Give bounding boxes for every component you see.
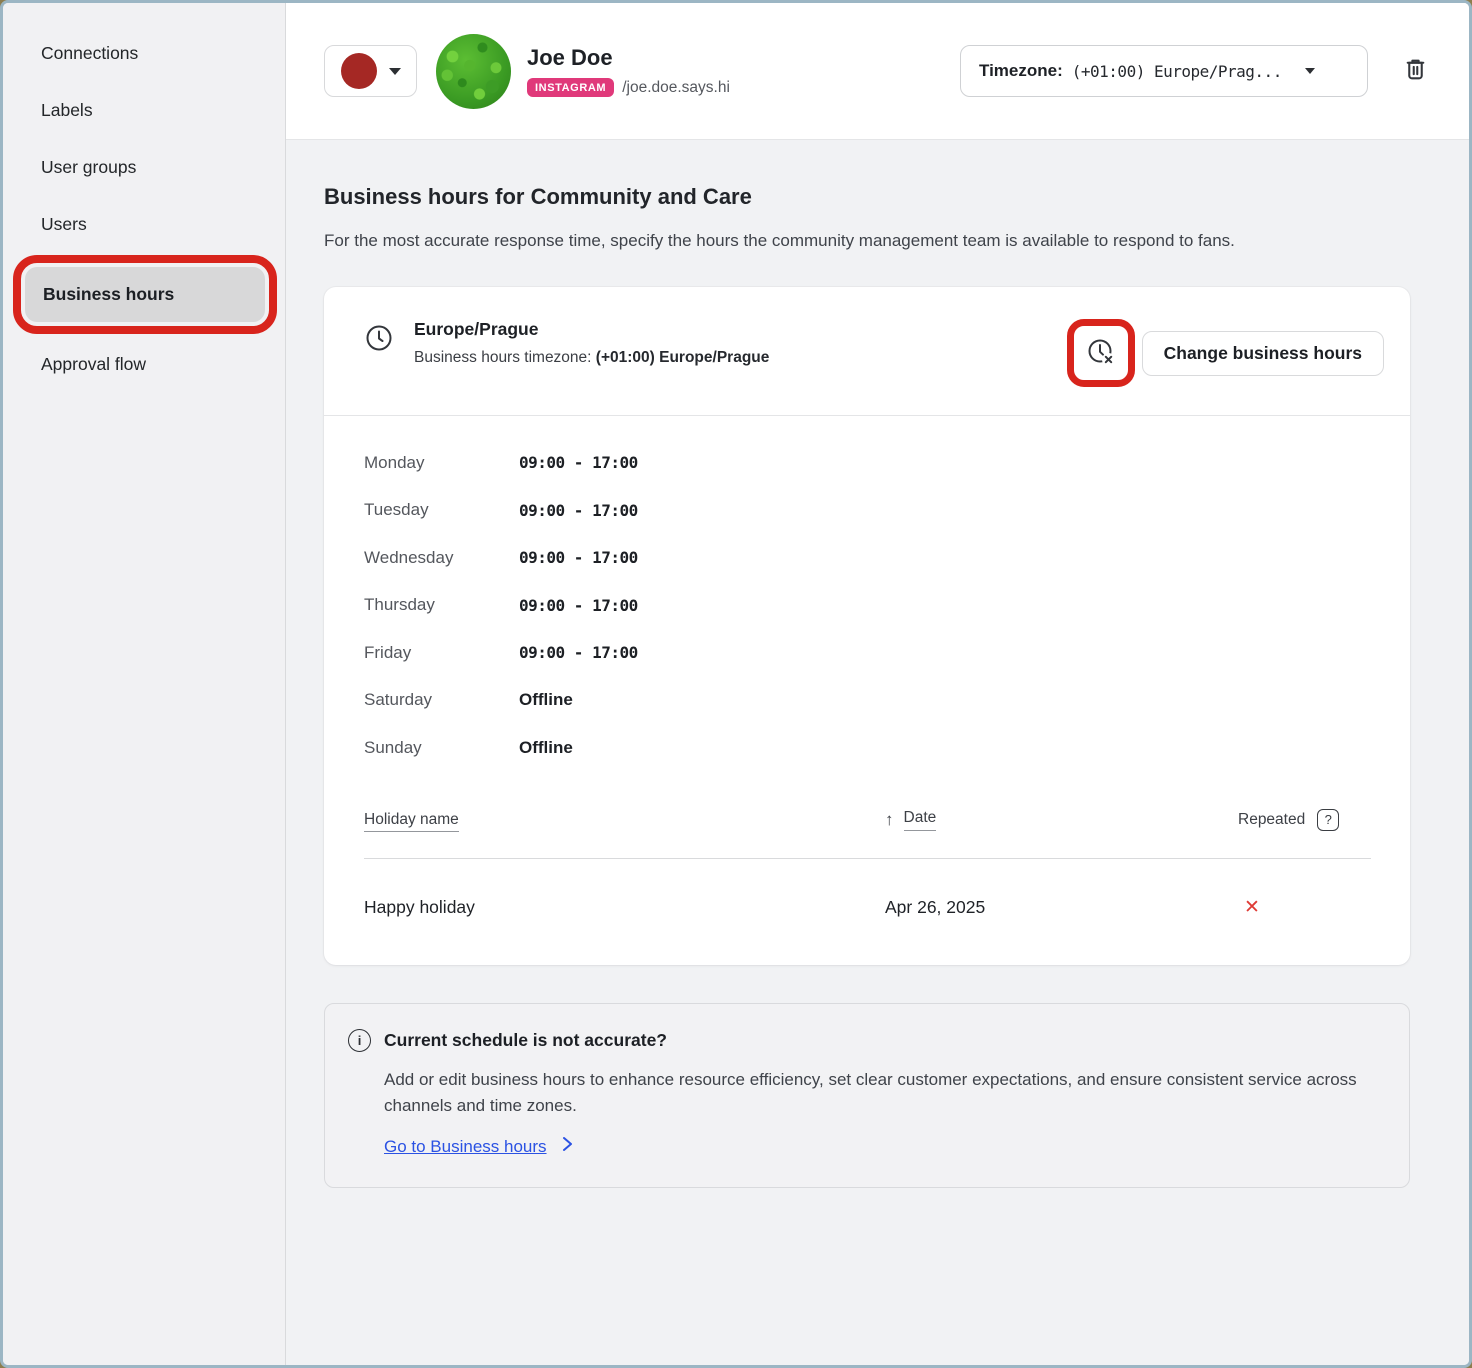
profile-identity: Joe Doe INSTAGRAM /joe.doe.says.hi — [527, 45, 730, 97]
timezone-dropdown[interactable]: Timezone: (+01:00) Europe/Prag... — [960, 45, 1368, 97]
delete-connection-button[interactable] — [1402, 56, 1429, 86]
clock-x-icon — [1085, 336, 1117, 371]
channel-picker-dropdown[interactable] — [324, 45, 417, 97]
schedule-hours-value: Offline — [519, 738, 573, 758]
profile-handle: /joe.doe.says.hi — [622, 79, 730, 97]
timezone-dropdown-value: (+01:00) Europe/Prag... — [1072, 62, 1282, 81]
settings-window: Connections Labels User groups Users Bus… — [0, 0, 1472, 1368]
sidebar-item-user-groups[interactable]: User groups — [3, 139, 285, 196]
schedule-day-label: Thursday — [364, 595, 519, 615]
instagram-badge: INSTAGRAM — [527, 78, 614, 97]
holiday-name-column-header[interactable]: Holiday name — [364, 811, 459, 832]
schedule-hours-value: 09:00 - 17:00 — [519, 501, 638, 520]
weekly-schedule: Monday 09:00 - 17:00 Tuesday 09:00 - 17:… — [324, 416, 1410, 772]
go-to-business-hours-link[interactable]: Go to Business hours — [384, 1137, 547, 1157]
date-column-header[interactable]: Date — [904, 809, 937, 831]
schedule-hours-value: Offline — [519, 690, 573, 710]
schedule-day-label: Saturday — [364, 690, 519, 710]
schedule-hours-value: 09:00 - 17:00 — [519, 548, 638, 567]
page-title: Business hours for Community and Care — [324, 184, 1410, 210]
business-hours-page: Business hours for Community and Care Fo… — [286, 140, 1469, 1188]
sidebar-item-approval-flow[interactable]: Approval flow — [3, 336, 285, 393]
holiday-date-cell: Apr 26, 2025 — [885, 897, 985, 918]
profile-avatar — [436, 34, 511, 109]
not-repeated-x-icon[interactable]: ✕ — [1244, 897, 1260, 918]
change-business-hours-button[interactable]: Change business hours — [1142, 331, 1384, 376]
trash-icon — [1402, 56, 1429, 86]
clock-icon — [364, 323, 394, 358]
schedule-row: Wednesday 09:00 - 17:00 — [364, 534, 1370, 582]
annotation-highlight-business-hours: Business hours — [13, 255, 277, 334]
profile-name: Joe Doe — [527, 45, 730, 71]
schedule-day-label: Monday — [364, 453, 519, 473]
schedule-row: Sunday Offline — [364, 724, 1370, 772]
card-timezone-subtitle-value: (+01:00) Europe/Prague — [596, 349, 770, 366]
schedule-row: Monday 09:00 - 17:00 — [364, 439, 1370, 487]
holiday-table-row: Happy holiday Apr 26, 2025 ✕ — [324, 859, 1410, 965]
info-icon: i — [348, 1029, 371, 1052]
sidebar-item-labels[interactable]: Labels — [3, 82, 285, 139]
schedule-day-label: Sunday — [364, 738, 519, 758]
schedule-hours-value: 09:00 - 17:00 — [519, 596, 638, 615]
chevron-down-icon — [1305, 68, 1315, 74]
page-description: For the most accurate response time, spe… — [324, 227, 1354, 254]
schedule-row: Saturday Offline — [364, 677, 1370, 725]
timezone-dropdown-label: Timezone: — [979, 61, 1063, 81]
settings-sidebar: Connections Labels User groups Users Bus… — [3, 3, 286, 1365]
schedule-info-box: i Current schedule is not accurate? Add … — [324, 1003, 1410, 1189]
card-timezone-subtitle: Business hours timezone: (+01:00) Europe… — [414, 349, 769, 367]
chevron-right-icon — [560, 1136, 575, 1157]
holiday-name-cell: Happy holiday — [364, 897, 885, 918]
repeated-column-header: Repeated — [1238, 811, 1305, 829]
schedule-row: Thursday 09:00 - 17:00 — [364, 582, 1370, 630]
remove-business-hours-button[interactable] — [1079, 331, 1123, 375]
sidebar-item-users[interactable]: Users — [3, 196, 285, 253]
schedule-row: Friday 09:00 - 17:00 — [364, 629, 1370, 677]
schedule-hours-value: 09:00 - 17:00 — [519, 643, 638, 662]
sidebar-item-connections[interactable]: Connections — [3, 25, 285, 82]
chevron-down-icon — [389, 68, 401, 75]
schedule-day-label: Tuesday — [364, 500, 519, 520]
schedule-day-label: Wednesday — [364, 548, 519, 568]
card-timezone-title: Europe/Prague — [414, 319, 769, 340]
help-icon[interactable]: ? — [1317, 809, 1339, 831]
info-box-description: Add or edit business hours to enhance re… — [384, 1067, 1383, 1120]
schedule-row: Tuesday 09:00 - 17:00 — [364, 487, 1370, 535]
info-box-title: Current schedule is not accurate? — [384, 1030, 667, 1051]
profile-header: Joe Doe INSTAGRAM /joe.doe.says.hi Timez… — [286, 3, 1469, 140]
sidebar-item-business-hours[interactable]: Business hours — [25, 267, 265, 322]
main-content: Joe Doe INSTAGRAM /joe.doe.says.hi Timez… — [286, 3, 1469, 1365]
sort-ascending-icon[interactable]: ↑ — [885, 810, 894, 830]
schedule-hours-value: 09:00 - 17:00 — [519, 453, 638, 472]
holiday-table-header: Holiday name ↑ Date Repeated ? — [324, 809, 1410, 831]
annotation-highlight-clock-button — [1067, 319, 1135, 387]
channel-status-dot — [341, 53, 377, 89]
schedule-day-label: Friday — [364, 643, 519, 663]
business-hours-card: Europe/Prague Business hours timezone: (… — [324, 287, 1410, 965]
